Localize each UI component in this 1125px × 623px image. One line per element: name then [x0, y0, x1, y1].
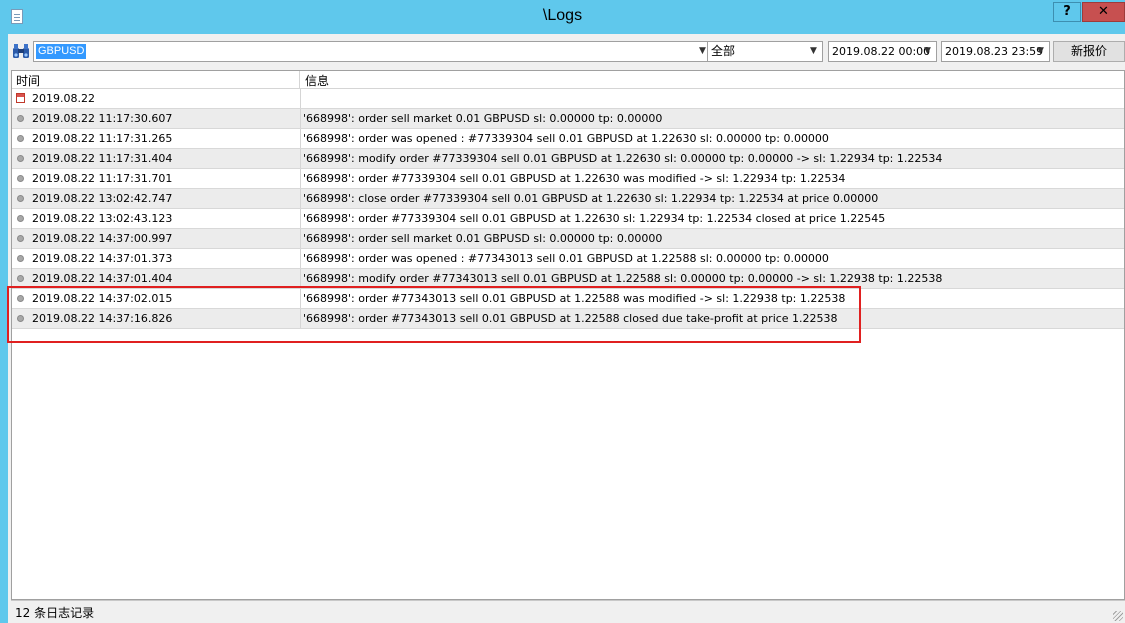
row-message: '668998': order #77339304 sell 0.01 GBPU… — [300, 209, 1123, 228]
log-entry-icon — [17, 135, 24, 142]
date-from-value: 2019.08.22 00:00 — [832, 45, 931, 58]
table-row[interactable]: 2019.08.22 14:37:16.826 '668998': order … — [12, 309, 1124, 329]
chevron-down-icon[interactable]: ▼ — [921, 44, 934, 59]
table-row[interactable]: 2019.08.22 11:17:31.404 '668998': modify… — [12, 149, 1124, 169]
log-entry-icon — [17, 115, 24, 122]
date-to-value: 2019.08.23 23:59 — [945, 45, 1044, 58]
log-entry-icon — [17, 275, 24, 282]
chevron-down-icon[interactable]: ▼ — [807, 44, 820, 59]
date-from-picker[interactable]: 2019.08.22 00:00 ▼ — [828, 41, 937, 62]
table-row[interactable]: 2019.08.22 13:02:43.123 '668998': order … — [12, 209, 1124, 229]
table-row[interactable]: 2019.08.22 11:17:30.607 '668998': order … — [12, 109, 1124, 129]
column-header-message[interactable]: 信息 — [305, 72, 329, 89]
table-row[interactable]: 2019.08.22 14:37:00.997 '668998': order … — [12, 229, 1124, 249]
log-entry-icon — [17, 255, 24, 262]
table-row[interactable]: 2019.08.22 14:37:01.373 '668998': order … — [12, 249, 1124, 269]
row-message: '668998': order was opened : #77343013 s… — [300, 249, 1123, 268]
status-text: 12 条日志记录 — [15, 606, 95, 620]
filter-combobox[interactable]: 全部 ▼ — [707, 41, 823, 62]
help-button[interactable]: ? — [1053, 2, 1081, 22]
row-time: 2019.08.22 11:17:31.404 — [32, 152, 173, 165]
log-entry-icon — [17, 295, 24, 302]
date-to-picker[interactable]: 2019.08.23 23:59 ▼ — [941, 41, 1050, 62]
table-row[interactable]: 2019.08.22 14:37:02.015 '668998': order … — [12, 289, 1124, 309]
refresh-button[interactable]: 新报价 — [1053, 41, 1125, 62]
resize-grip-icon[interactable] — [1113, 611, 1123, 621]
row-message: '668998': modify order #77343013 sell 0.… — [300, 269, 1123, 288]
row-message: '668998': order sell market 0.01 GBPUSD … — [300, 229, 1123, 248]
row-time: 2019.08.22 11:17:30.607 — [32, 112, 173, 125]
table-row[interactable]: 2019.08.22 13:02:42.747 '668998': close … — [12, 189, 1124, 209]
status-bar: 12 条日志记录 — [11, 600, 1125, 623]
log-entry-icon — [17, 215, 24, 222]
log-table[interactable]: 时间 信息 2019.08.22 2019.08.22 11:17:30.607… — [11, 70, 1125, 600]
filter-value: 全部 — [711, 44, 736, 58]
window-title: \Logs — [542, 7, 583, 24]
row-message: '668998': order #77343013 sell 0.01 GBPU… — [300, 309, 1123, 328]
date-group-row[interactable]: 2019.08.22 — [12, 89, 1124, 109]
table-row[interactable]: 2019.08.22 11:17:31.265 '668998': order … — [12, 129, 1124, 149]
row-message: '668998': order sell market 0.01 GBPUSD … — [300, 109, 1123, 128]
log-entry-icon — [17, 195, 24, 202]
column-header-time[interactable]: 时间 — [16, 72, 40, 89]
row-message: '668998': order #77343013 sell 0.01 GBPU… — [300, 289, 1123, 308]
row-time: 2019.08.22 14:37:01.373 — [32, 252, 173, 265]
row-time: 2019.08.22 14:37:16.826 — [32, 312, 173, 325]
table-row[interactable]: 2019.08.22 11:17:31.701 '668998': order … — [12, 169, 1124, 189]
row-time: 2019.08.22 14:37:02.015 — [32, 292, 173, 305]
row-time: 2019.08.22 11:17:31.265 — [32, 132, 173, 145]
row-message: '668998': order #77339304 sell 0.01 GBPU… — [300, 169, 1123, 188]
log-entry-icon — [17, 235, 24, 242]
table-body: 2019.08.22 2019.08.22 11:17:30.607 '6689… — [12, 89, 1124, 329]
log-entry-icon — [17, 175, 24, 182]
chevron-down-icon[interactable]: ▼ — [1034, 44, 1047, 59]
close-button[interactable]: ✕ — [1082, 2, 1125, 22]
log-entry-icon — [17, 155, 24, 162]
row-time: 2019.08.22 13:02:42.747 — [32, 192, 173, 205]
symbol-value: GBPUSD — [36, 44, 87, 59]
column-divider[interactable] — [299, 71, 300, 88]
symbol-combobox[interactable]: GBPUSD ▼ — [33, 41, 712, 62]
row-time: 2019.08.22 13:02:43.123 — [32, 212, 173, 225]
row-time: 2019.08.22 14:37:01.404 — [32, 272, 173, 285]
window-body: GBPUSD ▼ 全部 ▼ 2019.08.22 00:00 ▼ 2019.08… — [0, 34, 1125, 623]
toolbar: GBPUSD ▼ 全部 ▼ 2019.08.22 00:00 ▼ 2019.08… — [8, 34, 1125, 68]
row-time: 2019.08.22 11:17:31.701 — [32, 172, 173, 185]
binoculars-icon[interactable] — [12, 43, 30, 59]
table-row[interactable]: 2019.08.22 14:37:01.404 '668998': modify… — [12, 269, 1124, 289]
date-group-message — [300, 89, 1123, 108]
date-group-label: 2019.08.22 — [32, 92, 95, 105]
row-message: '668998': order was opened : #77339304 s… — [300, 129, 1123, 148]
title-bar[interactable]: \Logs ? ✕ — [0, 0, 1125, 34]
row-time: 2019.08.22 14:37:00.997 — [32, 232, 173, 245]
table-header: 时间 信息 — [12, 71, 1124, 89]
calendar-icon — [16, 93, 25, 103]
row-message: '668998': modify order #77339304 sell 0.… — [300, 149, 1123, 168]
log-entry-icon — [17, 315, 24, 322]
row-message: '668998': close order #77339304 sell 0.0… — [300, 189, 1123, 208]
